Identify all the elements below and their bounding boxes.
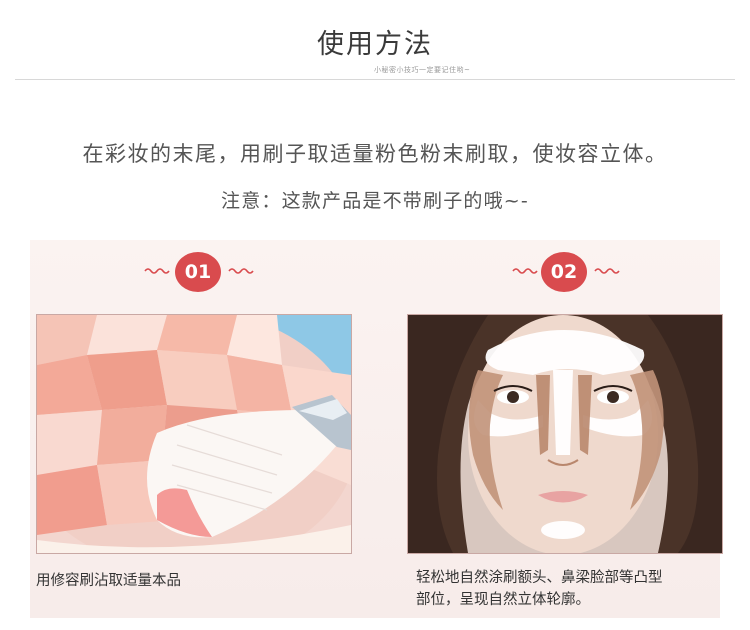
step-1-header: 01 [140,252,260,292]
step-1-caption: 用修容刷沾取适量本品 [36,573,181,589]
step-1-number: 01 [175,252,221,292]
face-contour-photo [407,314,723,554]
wave-left-icon [512,268,538,274]
instruction-text: 在彩妆的末尾，用刷子取适量粉色粉末刷取，使妆容立体。 [82,142,668,166]
powder-brush-photo [36,314,352,554]
step-2-header: 02 [506,252,626,292]
page-title: 使用方法 [317,29,433,60]
step-2-number: 02 [541,252,587,292]
step-2-caption-line-2: 部位，呈现自然立体轮廓。 [416,592,590,608]
note-text: 注意：这款产品是不带刷子的哦~- [221,190,529,212]
header-divider [15,79,735,80]
wave-left-icon [144,268,170,274]
step-2-caption-line-1: 轻松地自然涂刷额头、鼻梁脸部等凸型 [416,570,663,586]
wave-right-icon [594,268,620,274]
step-2-caption: 轻松地自然涂刷额头、鼻梁脸部等凸型 部位，呈现自然立体轮廓。 [416,567,726,611]
wave-right-icon [228,268,254,274]
page-subtitle: 小秘密小技巧一定要记住哟~ [372,65,473,75]
